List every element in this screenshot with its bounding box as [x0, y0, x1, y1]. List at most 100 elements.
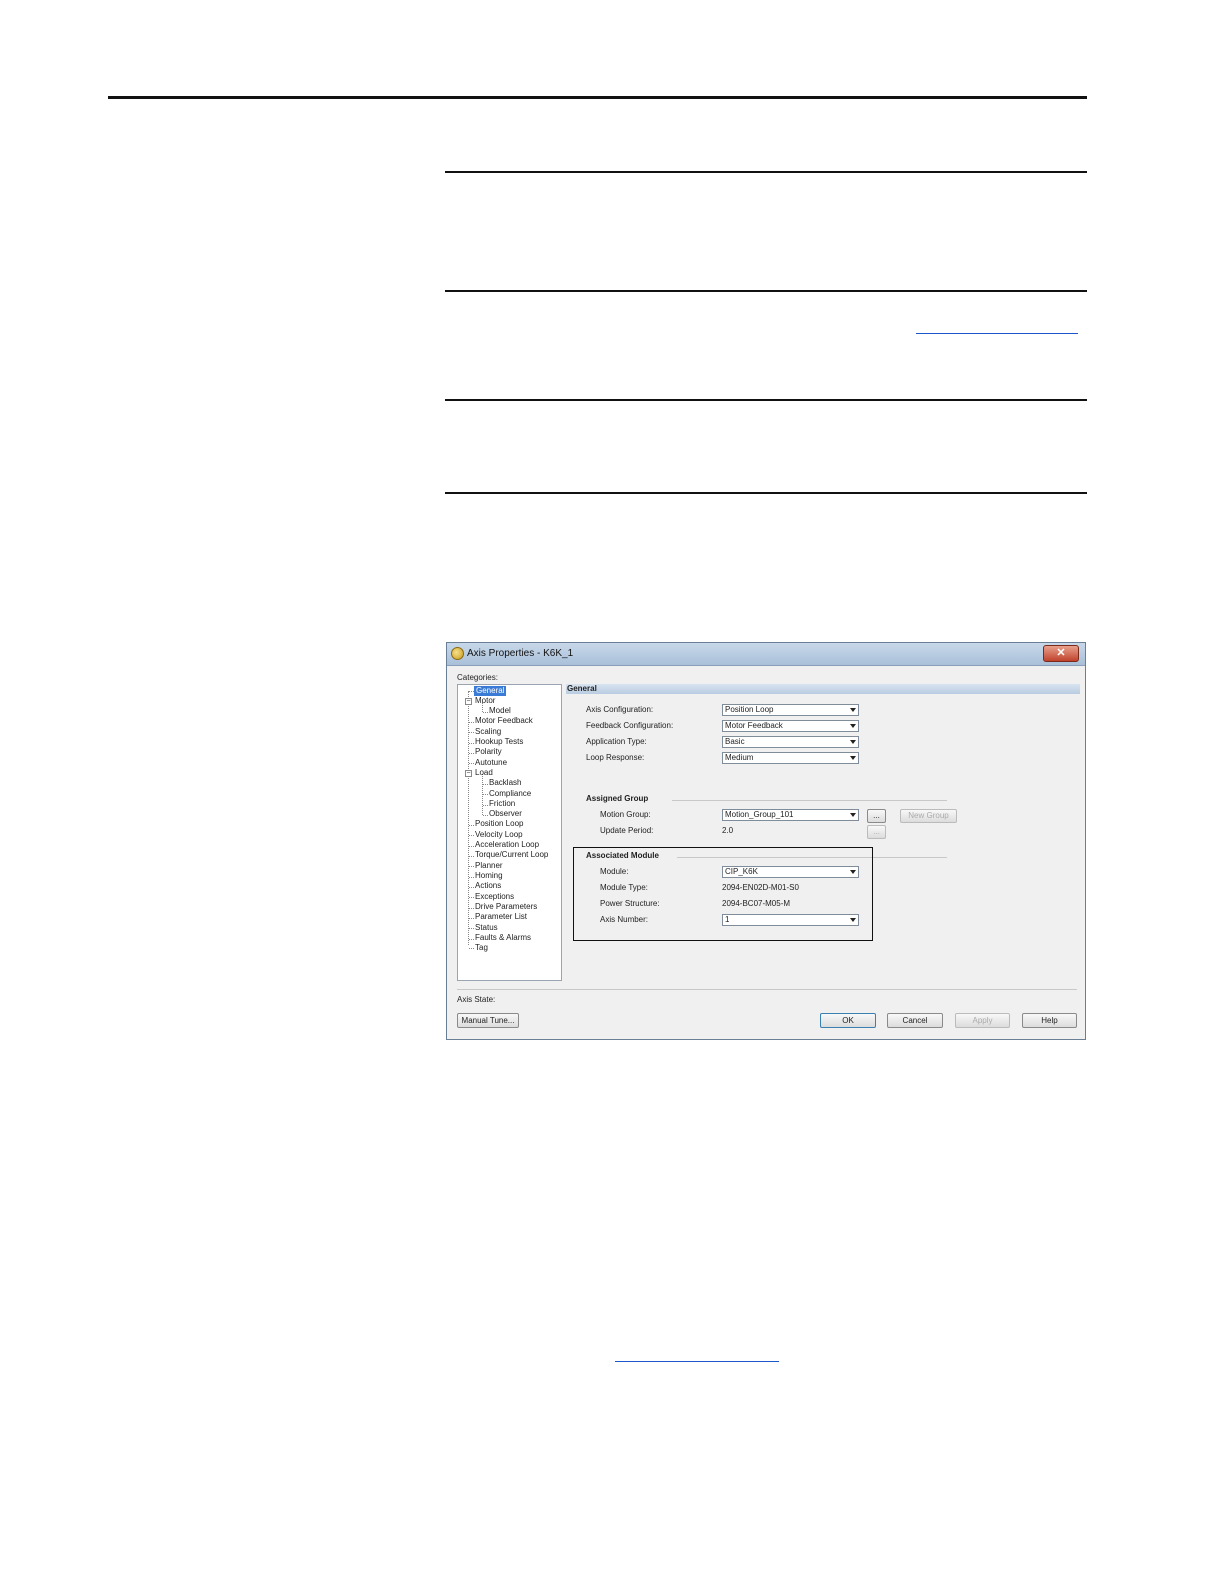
tree-expander-motor[interactable]: − [465, 698, 472, 705]
general-section-header: General [566, 684, 1080, 694]
module-select[interactable]: CIP_K6K [722, 866, 859, 878]
ok-button[interactable]: OK [820, 1013, 876, 1028]
power-structure-value: 2094-BC07-M05-M [722, 899, 791, 908]
tree-item-backlash[interactable]: Backlash [489, 778, 521, 788]
assigned-group-header: Assigned Group [586, 794, 649, 803]
footer-separator [457, 989, 1077, 990]
tree-connector [469, 939, 474, 940]
update-period-browse-button[interactable]: ... [867, 825, 886, 839]
tree-item-exceptions[interactable]: Exceptions [475, 892, 514, 902]
assigned-group-divider [672, 800, 947, 801]
tree-item-drive-parameters[interactable]: Drive Parameters [475, 902, 537, 912]
tree-item-status[interactable]: Status [475, 923, 498, 933]
dropdown-arrow-icon [850, 724, 856, 728]
tree-item-compliance[interactable]: Compliance [489, 789, 531, 799]
dropdown-arrow-icon [850, 813, 856, 817]
tree-item-velocity-loop[interactable]: Velocity Loop [475, 830, 523, 840]
apply-button[interactable]: Apply [955, 1013, 1010, 1028]
close-button[interactable]: ✕ [1043, 645, 1079, 662]
module-value: CIP_K6K [725, 867, 758, 876]
tree-connector [469, 732, 474, 733]
tree-connector [469, 753, 474, 754]
tree-item-position-loop[interactable]: Position Loop [475, 819, 523, 829]
loop-response-select[interactable]: Medium [722, 752, 859, 764]
feedback-configuration-value: Motor Feedback [725, 721, 783, 730]
axis-configuration-value: Position Loop [725, 705, 774, 714]
tree-item-faults-alarms[interactable]: Faults & Alarms [475, 933, 531, 943]
axis-properties-dialog: Axis Properties - K6K_1 ✕ Categories: Ge… [446, 642, 1086, 1040]
categories-label: Categories: [457, 673, 498, 682]
tree-connector [469, 908, 474, 909]
tree-item-polarity[interactable]: Polarity [475, 747, 502, 757]
tree-item-planner[interactable]: Planner [475, 861, 503, 871]
dropdown-arrow-icon [850, 740, 856, 744]
tree-item-motor[interactable]: Motor [475, 696, 495, 706]
tree-connector [469, 835, 474, 836]
associated-module-header: Associated Module [586, 851, 659, 860]
tree-connector [469, 743, 474, 744]
hyperlink-underline-2[interactable] [615, 1361, 779, 1362]
motion-group-select[interactable]: Motion_Group_101 [722, 809, 859, 821]
motion-group-label: Motion Group: [600, 810, 651, 819]
help-button[interactable]: Help [1022, 1013, 1077, 1028]
application-type-value: Basic [725, 737, 745, 746]
associated-module-highlight [573, 847, 873, 941]
update-period-value: 2.0 [722, 826, 734, 835]
cancel-button[interactable]: Cancel [887, 1013, 943, 1028]
loop-response-value: Medium [725, 753, 754, 762]
tree-connector [483, 805, 488, 806]
hyperlink-underline[interactable] [916, 333, 1078, 334]
new-group-button[interactable]: New Group [900, 809, 957, 823]
tree-item-parameter-list[interactable]: Parameter List [475, 912, 527, 922]
application-type-select[interactable]: Basic [722, 736, 859, 748]
tree-item-general[interactable]: General [474, 686, 507, 696]
tree-connector [469, 856, 474, 857]
categories-tree[interactable]: General − Motor Model Motor Feedback Sca… [457, 684, 562, 981]
tree-connector [469, 918, 474, 919]
tree-item-scaling[interactable]: Scaling [475, 727, 501, 737]
motion-group-browse-button[interactable]: ... [867, 809, 886, 823]
tree-connector [469, 763, 474, 764]
tree-item-tag[interactable]: Tag [475, 943, 488, 953]
tree-connector [469, 866, 474, 867]
power-structure-label: Power Structure: [600, 899, 660, 908]
tree-expander-load[interactable]: − [465, 770, 472, 777]
module-type-label: Module Type: [600, 883, 648, 892]
tree-connector [469, 825, 474, 826]
manual-tune-button[interactable]: Manual Tune... [457, 1013, 519, 1028]
tree-item-actions[interactable]: Actions [475, 881, 501, 891]
tree-connector [469, 722, 474, 723]
dropdown-arrow-icon [850, 756, 856, 760]
axis-number-value: 1 [725, 915, 730, 924]
axis-configuration-label: Axis Configuration: [586, 705, 654, 714]
tree-connector [483, 794, 488, 795]
dropdown-arrow-icon [850, 870, 856, 874]
note-bottom-rule [445, 492, 1087, 494]
tree-connector [483, 784, 488, 785]
tree-item-observer[interactable]: Observer [489, 809, 522, 819]
tree-item-model[interactable]: Model [489, 706, 511, 716]
axis-number-label: Axis Number: [600, 915, 649, 924]
tree-connector [469, 928, 474, 929]
tree-item-motor-feedback[interactable]: Motor Feedback [475, 716, 533, 726]
page-header-rule [108, 96, 1087, 99]
tree-item-homing[interactable]: Homing [475, 871, 503, 881]
tree-item-load[interactable]: Load [475, 768, 493, 778]
feedback-configuration-label: Feedback Configuration: [586, 721, 674, 730]
tree-connector [469, 887, 474, 888]
note-divider-rule-2 [445, 399, 1087, 401]
tree-item-autotune[interactable]: Autotune [475, 758, 507, 768]
axis-configuration-select[interactable]: Position Loop [722, 704, 859, 716]
feedback-configuration-select[interactable]: Motor Feedback [722, 720, 859, 732]
dropdown-arrow-icon [850, 708, 856, 712]
loop-response-label: Loop Response: [586, 753, 645, 762]
app-icon [451, 647, 464, 660]
tree-item-friction[interactable]: Friction [489, 799, 515, 809]
tree-item-torque-current-loop[interactable]: Torque/Current Loop [475, 850, 548, 860]
axis-number-select[interactable]: 1 [722, 914, 859, 926]
module-label: Module: [600, 867, 629, 876]
tree-item-hookup-tests[interactable]: Hookup Tests [475, 737, 523, 747]
tree-item-acceleration-loop[interactable]: Acceleration Loop [475, 840, 539, 850]
general-section-title: General [567, 684, 597, 693]
dialog-titlebar[interactable]: Axis Properties - K6K_1 ✕ [447, 643, 1085, 666]
